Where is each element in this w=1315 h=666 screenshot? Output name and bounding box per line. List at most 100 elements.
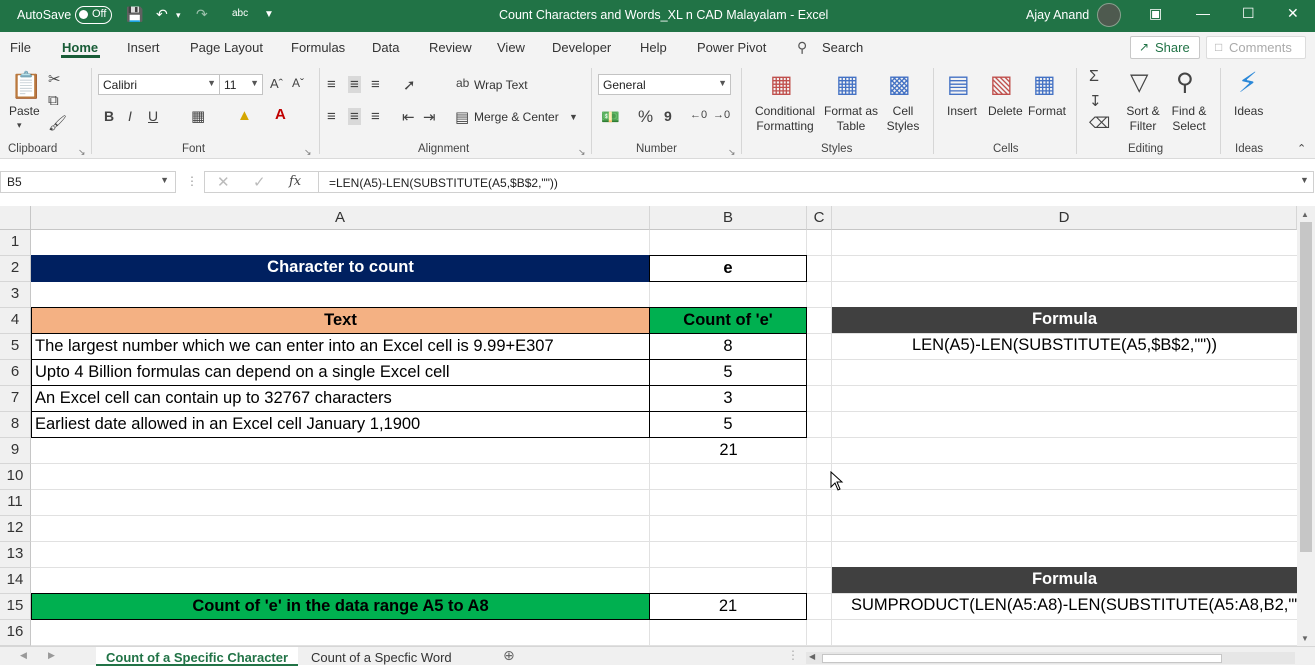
- row-header[interactable]: 2: [0, 256, 31, 282]
- sheet-tab-count-word[interactable]: Count of a Specfic Word: [301, 647, 462, 666]
- font-launcher-icon[interactable]: ↘: [304, 147, 312, 158]
- tab-help[interactable]: Help: [640, 40, 667, 55]
- font-name-select[interactable]: Calibri ▼: [98, 74, 220, 95]
- number-format-select[interactable]: General ▼: [598, 74, 731, 95]
- row-header[interactable]: 5: [0, 334, 31, 360]
- align-center-icon[interactable]: ≡: [348, 108, 361, 125]
- decrease-indent-icon[interactable]: ⇤: [402, 108, 415, 126]
- sort-filter-button[interactable]: Sort & Filter: [1122, 104, 1164, 134]
- row-header[interactable]: 9: [0, 438, 31, 464]
- clipboard-launcher-icon[interactable]: ↘: [78, 147, 86, 158]
- cell-b4[interactable]: Count of 'e': [649, 307, 807, 334]
- vertical-scrollbar[interactable]: ▲ ▼: [1297, 206, 1315, 646]
- row-header[interactable]: 4: [0, 308, 31, 334]
- cell-a4[interactable]: Text: [31, 307, 650, 334]
- paste-button[interactable]: Paste: [9, 104, 40, 119]
- cell-b2[interactable]: e: [649, 255, 807, 282]
- cell-b6[interactable]: 5: [649, 359, 807, 386]
- tab-power-pivot[interactable]: Power Pivot: [697, 40, 766, 55]
- select-all-corner[interactable]: [0, 206, 31, 230]
- share-button[interactable]: ↗ Share: [1130, 36, 1200, 59]
- font-size-select[interactable]: 11 ▼: [219, 74, 263, 95]
- prev-sheet-icon[interactable]: ◀: [20, 650, 27, 661]
- format-painter-icon[interactable]: 🖌: [48, 114, 67, 132]
- align-right-icon[interactable]: ≡: [371, 108, 380, 125]
- cell-d14[interactable]: Formula: [832, 567, 1297, 593]
- clear-icon[interactable]: ⌫: [1089, 114, 1110, 132]
- cancel-icon[interactable]: ✕: [217, 173, 230, 191]
- fill-color-icon[interactable]: ▲: [237, 107, 252, 124]
- cell-styles-button[interactable]: Cell Styles: [881, 104, 925, 134]
- align-bottom-icon[interactable]: ≡: [371, 76, 380, 93]
- row-header[interactable]: 6: [0, 360, 31, 386]
- decrease-decimal-icon[interactable]: →0: [713, 109, 730, 121]
- cell-b7[interactable]: 3: [649, 385, 807, 412]
- percent-style-button[interactable]: %: [638, 107, 653, 127]
- maximize-icon[interactable]: ☐: [1242, 5, 1255, 22]
- insert-function-icon[interactable]: fx: [289, 174, 301, 189]
- cell-a5[interactable]: The largest number which we can enter in…: [31, 333, 650, 360]
- fill-icon[interactable]: ↧: [1089, 92, 1102, 110]
- merge-center-button[interactable]: Merge & Center: [474, 110, 559, 125]
- tab-insert[interactable]: Insert: [127, 40, 160, 55]
- undo-dropdown-icon[interactable]: ▾: [176, 10, 181, 21]
- tab-page-layout[interactable]: Page Layout: [190, 40, 263, 55]
- cell-b15[interactable]: 21: [649, 593, 807, 620]
- add-sheet-icon[interactable]: ⊕: [503, 647, 515, 664]
- row-header[interactable]: 16: [0, 620, 31, 646]
- cell-a15[interactable]: Count of 'e' in the data range A5 to A8: [31, 593, 650, 620]
- row-header[interactable]: 13: [0, 542, 31, 568]
- comments-button[interactable]: □ Comments: [1206, 36, 1306, 59]
- cell-b8[interactable]: 5: [649, 411, 807, 438]
- scroll-down-icon[interactable]: ▼: [1301, 634, 1309, 643]
- cell-d5[interactable]: LEN(A5)-LEN(SUBSTITUTE(A5,$B$2,"")): [832, 333, 1297, 359]
- row-header[interactable]: 14: [0, 568, 31, 594]
- tab-home[interactable]: Home: [62, 40, 98, 55]
- increase-font-icon[interactable]: Aˆ: [270, 76, 283, 91]
- paste-icon[interactable]: 📋: [10, 70, 42, 101]
- format-cells-button[interactable]: Format: [1028, 104, 1066, 119]
- tab-file[interactable]: File: [10, 40, 31, 55]
- spelling-icon[interactable]: abc: [232, 8, 248, 19]
- conditional-formatting-button[interactable]: Conditional Formatting: [752, 104, 818, 134]
- next-sheet-icon[interactable]: ▶: [48, 650, 55, 661]
- cell-d4[interactable]: Formula: [832, 307, 1297, 333]
- ideas-button[interactable]: Ideas: [1234, 104, 1263, 119]
- cell-a7[interactable]: An Excel cell can contain up to 32767 ch…: [31, 385, 650, 412]
- ribbon-display-icon[interactable]: ▣: [1149, 5, 1162, 22]
- align-top-icon[interactable]: ≡: [327, 76, 336, 93]
- chevron-down-icon[interactable]: ▼: [1300, 175, 1309, 185]
- format-as-table-button[interactable]: Format as Table: [823, 104, 879, 134]
- underline-button[interactable]: U: [148, 108, 158, 124]
- avatar[interactable]: [1097, 3, 1121, 27]
- chevron-down-icon[interactable]: ▼: [569, 112, 578, 122]
- cell-b5[interactable]: 8: [649, 333, 807, 360]
- search-box[interactable]: Search: [822, 40, 863, 55]
- cut-icon[interactable]: ✂: [48, 70, 61, 88]
- enter-icon[interactable]: ✓: [253, 173, 266, 191]
- tab-review[interactable]: Review: [429, 40, 472, 55]
- close-icon[interactable]: ✕: [1287, 5, 1299, 22]
- name-box[interactable]: B5 ▼: [0, 171, 176, 193]
- comma-style-button[interactable]: 9: [664, 108, 672, 124]
- find-select-button[interactable]: Find & Select: [1166, 104, 1212, 134]
- row-header[interactable]: 15: [0, 594, 31, 620]
- orientation-icon[interactable]: ➚: [403, 76, 416, 94]
- increase-decimal-icon[interactable]: ←0: [690, 109, 707, 121]
- column-header-b[interactable]: B: [650, 206, 807, 230]
- sheet-tab-count-character[interactable]: Count of a Specific Character: [96, 647, 299, 666]
- tab-data[interactable]: Data: [372, 40, 399, 55]
- wrap-text-button[interactable]: Wrap Text: [474, 78, 528, 93]
- tab-view[interactable]: View: [497, 40, 525, 55]
- insert-cells-button[interactable]: Insert: [947, 104, 977, 119]
- copy-icon[interactable]: ⧉: [48, 92, 59, 109]
- italic-button[interactable]: I: [128, 108, 132, 124]
- number-launcher-icon[interactable]: ↘: [728, 147, 736, 158]
- align-middle-icon[interactable]: ≡: [348, 76, 361, 93]
- row-header[interactable]: 10: [0, 464, 31, 490]
- scroll-left-icon[interactable]: ◀: [809, 652, 815, 661]
- scrollbar-thumb[interactable]: [1300, 222, 1312, 552]
- autosave-toggle[interactable]: Off: [75, 6, 112, 24]
- row-header[interactable]: 1: [0, 230, 31, 256]
- tab-developer[interactable]: Developer: [552, 40, 611, 55]
